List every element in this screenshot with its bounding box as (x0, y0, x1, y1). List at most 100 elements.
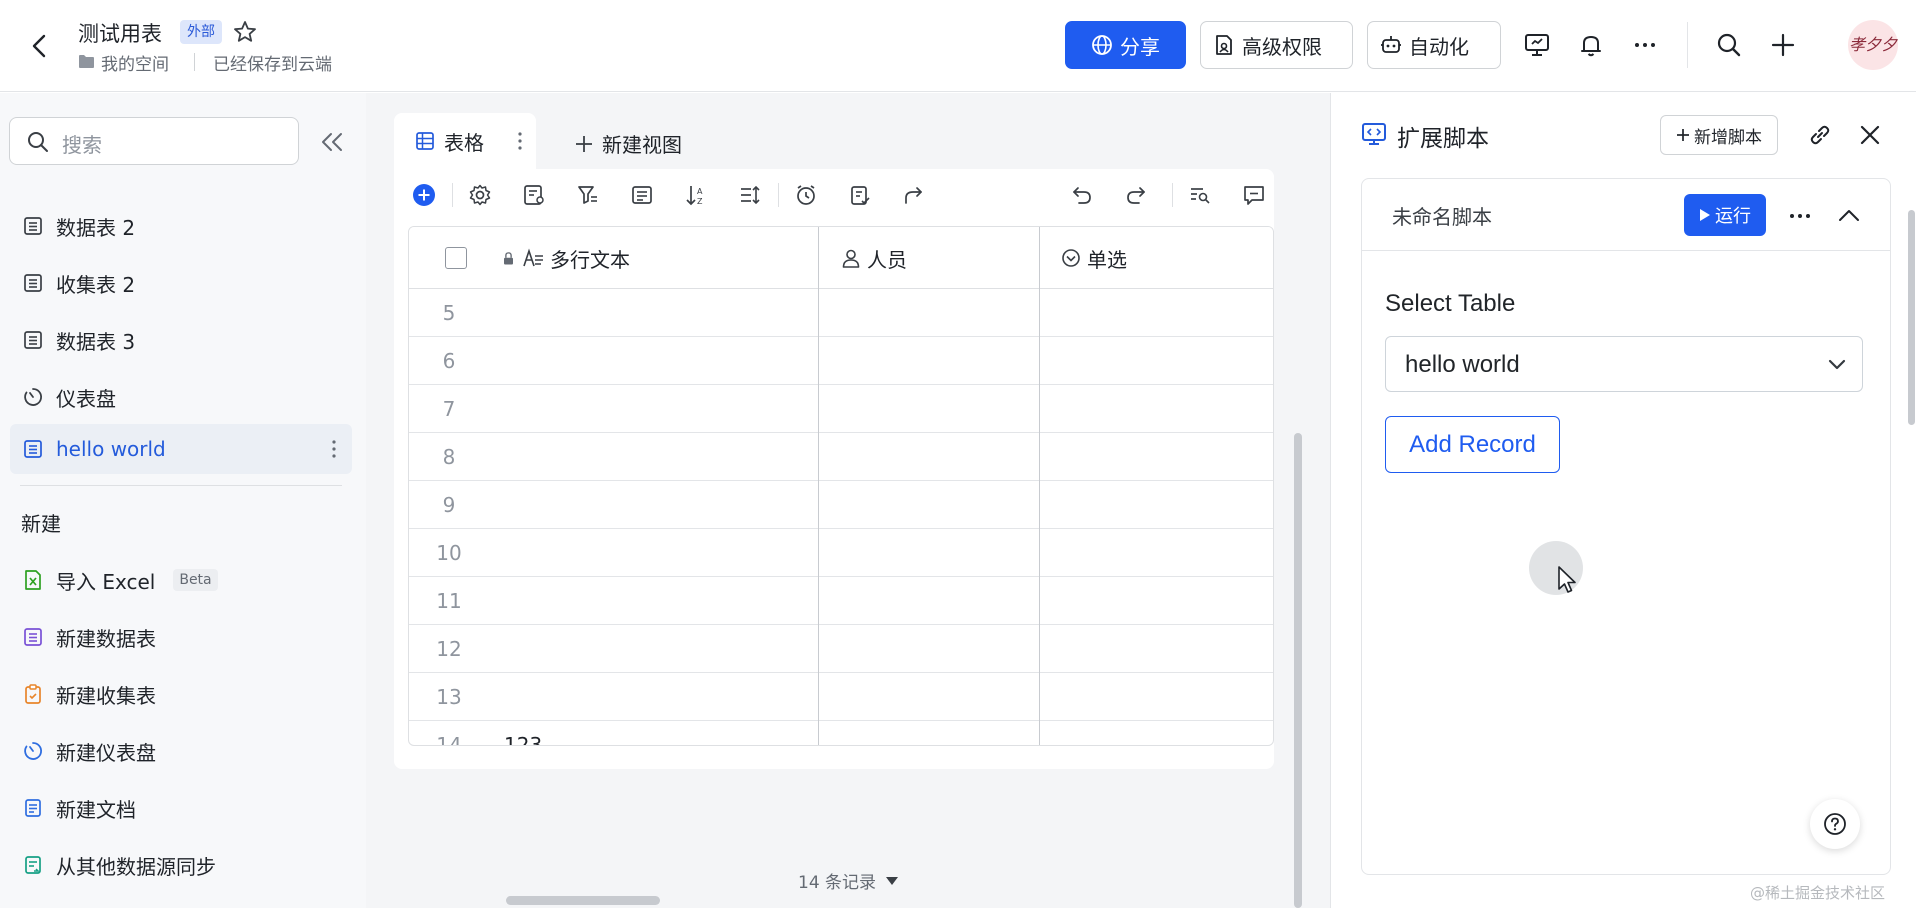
sidebar-item-label: 新建仪表盘 (56, 740, 156, 765)
sort-icon[interactable]: AZ (684, 183, 708, 207)
add-script-button[interactable]: 新增脚本 (1660, 115, 1778, 155)
svg-text:Z: Z (697, 197, 703, 206)
close-icon[interactable] (1857, 122, 1883, 148)
column-header-single-select[interactable]: 单选 (1061, 227, 1127, 289)
table-select-value: hello world (1405, 351, 1520, 378)
sidebar-item-sync-source[interactable]: 从其他数据源同步 (10, 840, 352, 890)
new-table-icon (24, 628, 42, 646)
extension-panel: 扩展脚本 新增脚本 未命名脚本 运行 Select Table hello wo… (1330, 93, 1916, 908)
link-icon[interactable] (1807, 122, 1833, 148)
create-section-title: 新建 (21, 512, 61, 536)
new-form-icon (25, 684, 41, 704)
divider (20, 485, 342, 486)
sidebar-search-input[interactable]: 搜索 (9, 117, 299, 165)
search-icon[interactable] (1713, 29, 1745, 61)
more-vertical-icon[interactable] (330, 437, 338, 461)
script-name[interactable]: 未命名脚本 (1392, 201, 1492, 230)
field-config-icon[interactable] (522, 183, 546, 207)
search-records-icon[interactable] (1188, 183, 1212, 207)
sidebar-item-new-document[interactable]: 新建文档 (10, 783, 352, 833)
select-table-label: Select Table (1385, 290, 1516, 317)
more-icon[interactable] (1629, 29, 1661, 61)
new-view-button[interactable]: 新建视图 (574, 129, 682, 158)
advanced-permission-button[interactable]: 高级权限 (1200, 21, 1353, 69)
alarm-clock-icon[interactable] (794, 183, 818, 207)
add-record-circle-icon[interactable] (412, 183, 436, 207)
plus-icon (1677, 129, 1689, 141)
sidebar-item-label: 仪表盘 (56, 386, 116, 411)
comment-icon[interactable] (1242, 183, 1266, 207)
sync-icon (25, 856, 41, 874)
table-row[interactable]: 8 (409, 433, 1273, 481)
collapse-sidebar-icon[interactable] (318, 129, 346, 155)
sidebar-item-dashboard[interactable]: 仪表盘 (10, 372, 352, 422)
select-all-checkbox[interactable] (445, 247, 467, 269)
table-row[interactable]: 12 (409, 625, 1273, 673)
column-header-multiline-text[interactable]: 多行文本 (501, 227, 630, 289)
record-count[interactable]: 14 条记录 (798, 868, 899, 893)
sidebar-item-new-datatable[interactable]: 新建数据表 (10, 612, 352, 662)
sidebar-item-new-dashboard[interactable]: 新建仪表盘 (10, 726, 352, 776)
divider (1172, 183, 1173, 207)
chevron-up-icon[interactable] (1836, 203, 1862, 227)
document-title[interactable]: 测试用表 (78, 18, 162, 48)
tab-table-view[interactable]: 表格 (394, 113, 536, 169)
extension-title: 扩展脚本 (1397, 126, 1489, 152)
table-row[interactable]: 10 (409, 529, 1273, 577)
add-record-button[interactable]: Add Record (1385, 416, 1560, 473)
filter-icon[interactable] (576, 183, 600, 207)
sidebar-item-datatable-2[interactable]: 数据表 2 (10, 201, 352, 251)
table-select[interactable]: hello world (1385, 336, 1863, 392)
table-area: 表格 新建视图 AZ 多行文本 人员 单选 5 6 7 8 9 10 11 12… (366, 93, 1330, 908)
svg-text:A: A (697, 187, 703, 196)
panel-scrollbar[interactable] (1908, 210, 1915, 425)
table-row[interactable]: 5 (409, 289, 1273, 337)
group-icon[interactable] (630, 183, 654, 207)
settings-gear-icon[interactable] (468, 183, 492, 207)
new-document-icon (25, 799, 41, 817)
sidebar-item-new-form[interactable]: 新建收集表 (10, 669, 352, 719)
table-row[interactable]: 6 (409, 337, 1273, 385)
search-placeholder: 搜索 (62, 133, 102, 157)
sidebar-item-label: 新建收集表 (56, 683, 156, 708)
table-row[interactable]: 13 (409, 673, 1273, 721)
row-height-icon[interactable] (738, 183, 762, 207)
presentation-icon[interactable] (1521, 29, 1553, 61)
permission-label: 高级权限 (1242, 34, 1322, 59)
more-icon[interactable] (1788, 212, 1812, 220)
back-arrow-icon[interactable] (24, 30, 56, 62)
sidebar-item-import-excel[interactable]: 导入 Excel Beta (10, 555, 352, 605)
share-label: 分享 (1120, 34, 1160, 59)
run-button[interactable]: 运行 (1684, 194, 1766, 236)
vertical-scrollbar[interactable] (1294, 433, 1302, 908)
avatar[interactable]: 孝夕夕 (1848, 20, 1898, 70)
divider (1687, 22, 1688, 68)
table-row[interactable]: 11 (409, 577, 1273, 625)
table-row[interactable]: 9 (409, 481, 1273, 529)
clipboard-check-icon[interactable] (848, 183, 872, 207)
multiline-text-cell[interactable]: 123 (504, 733, 542, 745)
share-button[interactable]: 分享 (1065, 21, 1186, 69)
sidebar-item-datatable-3[interactable]: 数据表 3 (10, 315, 352, 365)
data-grid: 多行文本 人员 单选 5 6 7 8 9 10 11 12 13 14 123 (408, 226, 1274, 746)
sidebar-item-hello-world[interactable]: hello world (10, 424, 352, 474)
star-icon[interactable] (232, 19, 258, 45)
redo-icon[interactable] (1124, 183, 1148, 207)
plus-icon[interactable] (1767, 29, 1799, 61)
row-number: 14 (436, 733, 462, 746)
bell-icon[interactable] (1575, 29, 1607, 61)
extension-header: 扩展脚本 新增脚本 (1331, 93, 1916, 175)
more-vertical-icon[interactable] (516, 129, 524, 153)
automation-button[interactable]: 自动化 (1367, 21, 1501, 69)
help-button[interactable] (1810, 799, 1860, 849)
table-row[interactable]: 7 (409, 385, 1273, 433)
location-breadcrumb[interactable]: 我的空间 (101, 50, 169, 75)
share-forward-icon[interactable] (902, 183, 926, 207)
sidebar-item-form-2[interactable]: 收集表 2 (10, 258, 352, 308)
table-row[interactable]: 14 123 (409, 721, 1273, 746)
column-header-label: 多行文本 (550, 247, 630, 272)
undo-icon[interactable] (1070, 183, 1094, 207)
row-number: 7 (442, 397, 456, 421)
horizontal-scrollbar[interactable] (506, 896, 660, 905)
column-header-person[interactable]: 人员 (841, 227, 907, 289)
